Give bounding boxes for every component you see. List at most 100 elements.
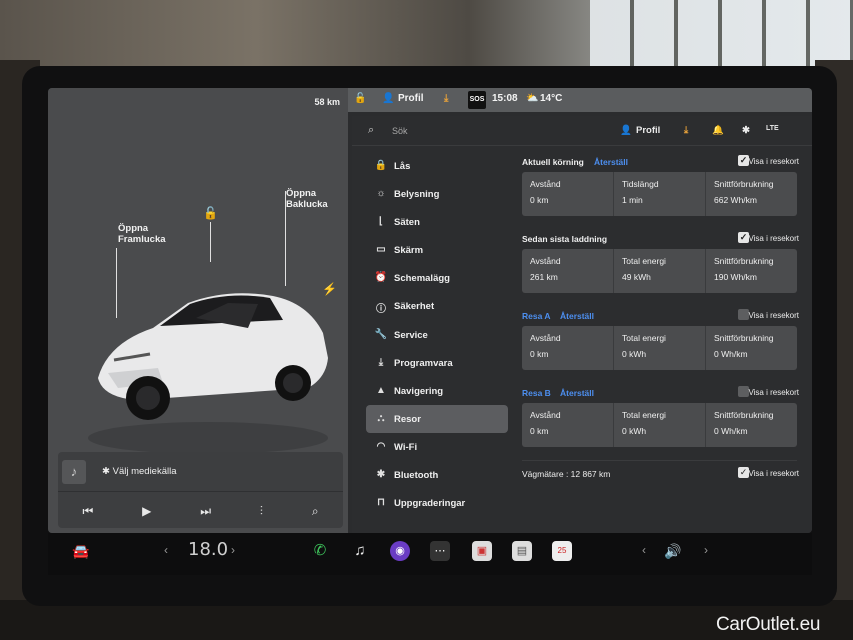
nav-item-belysning[interactable]: ☼ Belysning: [366, 180, 506, 208]
open-frunk-button[interactable]: Öppna Framlucka: [118, 223, 166, 245]
settings-header: ⌕ Sök 👤 Profil ⤓ 🔔 ✱ LTE: [352, 116, 812, 146]
settings-search-input[interactable]: Sök: [392, 126, 408, 136]
profile-icon[interactable]: 👤: [620, 125, 632, 136]
nav-label: Belysning: [394, 189, 440, 201]
music-icon[interactable]: ♫: [350, 541, 370, 561]
nav-item-skarm[interactable]: ▭ Skärm: [366, 236, 506, 264]
search-icon[interactable]: ⌕: [368, 124, 374, 137]
trips-content: Aktuell körning Återställ ✓ Visa i resek…: [522, 152, 799, 480]
stat-value: 0 km: [530, 349, 549, 359]
stat-label: Total energi: [622, 410, 666, 420]
nav-label: Lås: [394, 161, 411, 172]
stat-label: Total energi: [622, 333, 666, 343]
stat-value: 0 Wh/km: [714, 349, 748, 359]
download-icon[interactable]: ⤓: [684, 125, 688, 136]
show-in-card-checkbox[interactable]: ✓: [738, 386, 749, 397]
nav-item-wifi[interactable]: ◠ Wi-Fi: [366, 433, 506, 461]
info-icon: ⓘ: [376, 304, 386, 316]
stat-cell: Total energi 49 kWh: [614, 249, 706, 293]
reset-button[interactable]: Återställ: [560, 311, 594, 321]
stat-label: Avstånd: [530, 410, 561, 420]
show-in-card-checkbox[interactable]: ✓: [738, 155, 749, 166]
nav-item-programvara[interactable]: ⤓ Programvara: [366, 349, 506, 377]
previous-track-icon[interactable]: ⏮: [82, 504, 93, 519]
stat-value: 49 kWh: [622, 272, 651, 282]
nav-item-las[interactable]: 🔒 Lås: [366, 152, 506, 180]
odometer-readout: Vägmätare : 12 867 km: [522, 469, 611, 479]
nav-item-saten[interactable]: ⌊ Säten: [366, 208, 506, 236]
phone-icon[interactable]: ✆: [310, 541, 330, 561]
sos-button[interactable]: SOS: [468, 91, 486, 109]
nav-item-resor[interactable]: ⛬ Resor: [366, 404, 508, 433]
media-source-text: Välj mediekälla: [112, 466, 177, 477]
nav-item-schemalagg[interactable]: ⏰ Schemalägg: [366, 264, 506, 292]
nav-label: Navigering: [394, 385, 444, 397]
nav-label: Skärm: [394, 245, 424, 257]
nav-item-service[interactable]: 🔧 Service: [366, 321, 506, 349]
show-in-card-checkbox[interactable]: ✓: [738, 309, 749, 320]
seat-icon: ⌊: [379, 216, 383, 228]
media-controls: ⏮ ▶ ⏭ ⫶ ⌕: [58, 494, 343, 528]
taskbar: 🚘 ‹ 18.0 › ✆ ♫ ◉ ⋯ ▣ ▤ 25 ‹ 🔊 ›: [48, 533, 812, 575]
temp-up-icon[interactable]: ›: [231, 543, 235, 557]
car-icon[interactable]: 🚘: [72, 543, 89, 560]
stat-value: 0 kWh: [622, 426, 647, 436]
equalizer-icon[interactable]: ⫶: [260, 504, 263, 519]
volume-icon[interactable]: 🔊: [664, 543, 681, 560]
stat-label: Avstånd: [530, 179, 561, 189]
bluetooth-icon[interactable]: ✱: [742, 125, 750, 136]
weather-icon: ⛅: [526, 93, 539, 104]
camera-app-icon[interactable]: ◉: [390, 541, 410, 561]
show-in-card-checkbox[interactable]: ✓: [738, 232, 749, 243]
car-model-image: [88, 293, 328, 454]
wrench-icon: 🔧: [374, 328, 388, 340]
stat-label: Snittförbrukning: [714, 333, 774, 343]
temp-down-icon[interactable]: ‹: [164, 543, 168, 557]
stat-value: 190 Wh/km: [714, 272, 757, 282]
lock-status-icon[interactable]: 🔓: [354, 93, 366, 104]
nav-item-navigering[interactable]: ▲ Navigering: [366, 377, 506, 405]
stat-value: 0 km: [530, 195, 549, 205]
stat-label: Snittförbrukning: [714, 410, 774, 420]
unlock-icon[interactable]: 🔓: [203, 206, 218, 220]
volume-up-icon[interactable]: ›: [704, 543, 708, 557]
settings-panel: ⌕ Sök 👤 Profil ⤓ 🔔 ✱ LTE 🔒 Lås ☼ Belysning…: [352, 116, 812, 533]
cabin-temperature[interactable]: 18.0: [188, 539, 228, 560]
nav-label: Programvara: [394, 357, 453, 369]
media-source-row[interactable]: ♪ ✱ Välj mediekälla: [58, 452, 343, 492]
volume-down-icon[interactable]: ‹: [642, 543, 646, 557]
bell-icon[interactable]: 🔔: [712, 125, 724, 136]
stat-cell: Snittförbrukning 662 Wh/km: [706, 172, 797, 216]
lock-icon: 🔒: [374, 160, 388, 171]
media-source-label[interactable]: ✱ Välj mediekälla: [102, 466, 177, 477]
show-in-card-label: Visa i resekort: [748, 157, 799, 166]
notes-icon[interactable]: ▤: [512, 541, 532, 561]
show-in-card-checkbox[interactable]: ✓: [738, 467, 749, 478]
settings-nav: 🔒 Lås ☼ Belysning ⌊ Säten ▭ Skärm ⏰ Schemaläg…: [366, 152, 508, 517]
reset-button[interactable]: Återställ: [560, 388, 594, 398]
play-icon[interactable]: ▶: [142, 504, 151, 518]
nav-item-uppgraderingar[interactable]: ⊓ Uppgraderingar: [366, 489, 506, 517]
show-in-card-label: Visa i resekort: [748, 388, 799, 397]
header-profile-label[interactable]: Profil: [636, 125, 660, 136]
range-readout: 58 km: [314, 97, 340, 107]
nav-label: Uppgraderingar: [394, 498, 466, 510]
outside-temp: 14°C: [540, 93, 563, 104]
more-apps-icon[interactable]: ⋯: [430, 541, 450, 561]
nav-item-bluetooth[interactable]: ✱ Bluetooth: [366, 461, 506, 489]
next-track-icon[interactable]: ⏭: [200, 504, 211, 519]
search-icon[interactable]: ⌕: [312, 504, 319, 519]
calendar-icon[interactable]: 25: [552, 541, 572, 561]
download-icon[interactable]: ⤓: [444, 93, 448, 104]
reset-button[interactable]: Återställ: [594, 157, 628, 167]
stat-value: 0 Wh/km: [714, 426, 748, 436]
status-profile-label[interactable]: Profil: [398, 93, 424, 104]
open-trunk-button[interactable]: Öppna Baklucka: [286, 188, 328, 210]
stat-value: 0 km: [530, 426, 549, 436]
trip-b-stats: Avstånd 0 km Total energi 0 kWh Snittförbr…: [522, 403, 797, 447]
nav-item-sakerhet[interactable]: ⓘ Säkerhet: [366, 292, 506, 320]
stat-label: Avstånd: [530, 333, 561, 343]
bag-icon: ⊓: [377, 497, 385, 509]
profile-icon[interactable]: 👤: [382, 93, 394, 104]
dashcam-icon[interactable]: ▣: [472, 541, 492, 561]
